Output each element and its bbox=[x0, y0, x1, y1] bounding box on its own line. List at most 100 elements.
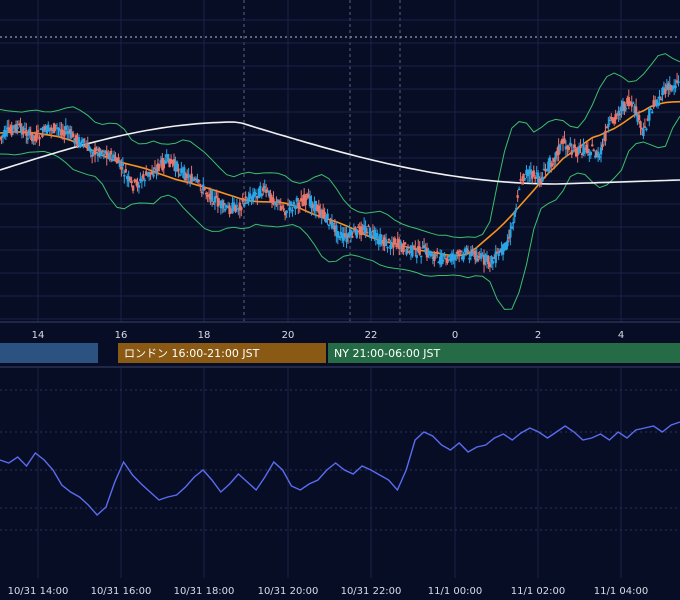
candle-body bbox=[123, 175, 126, 177]
candle-body bbox=[572, 151, 575, 153]
candle-body bbox=[137, 185, 141, 188]
candle-body bbox=[25, 129, 28, 136]
candle-body bbox=[224, 208, 227, 211]
candle-body bbox=[215, 195, 218, 198]
candle-body bbox=[351, 236, 354, 238]
candle-body bbox=[175, 161, 179, 170]
candle-body bbox=[90, 155, 94, 157]
candle-body bbox=[232, 202, 236, 207]
candle-body bbox=[323, 211, 326, 218]
candle-body bbox=[522, 173, 525, 182]
candle-body bbox=[412, 245, 416, 248]
bottom-x-tick-label: 10/31 18:00 bbox=[174, 586, 235, 597]
candle-body bbox=[95, 148, 98, 151]
candle-body bbox=[52, 123, 56, 133]
candle-body bbox=[541, 176, 544, 182]
candle-body bbox=[197, 180, 201, 182]
session-bar: ロンドン 16:00-21:00 JST NY 21:00-06:00 JST bbox=[0, 343, 680, 363]
candle-body bbox=[54, 124, 57, 127]
candle-body bbox=[569, 142, 572, 146]
candle-body bbox=[124, 169, 127, 173]
candle-body bbox=[368, 227, 372, 237]
candle-body bbox=[36, 130, 40, 132]
candle-body bbox=[509, 229, 512, 238]
candle-body bbox=[674, 85, 677, 89]
candle-body bbox=[282, 208, 285, 211]
candle-body bbox=[428, 250, 432, 254]
bottom-x-tick-label: 10/31 22:00 bbox=[341, 586, 402, 597]
candle-body bbox=[71, 133, 75, 138]
candle-body bbox=[523, 178, 527, 180]
candle-body bbox=[23, 128, 27, 130]
main-x-tick-label: 16 bbox=[115, 330, 128, 341]
candle-body bbox=[98, 148, 101, 152]
candle-body bbox=[387, 238, 391, 241]
candle-body bbox=[649, 108, 652, 111]
candle-body bbox=[361, 231, 364, 234]
candle-body bbox=[624, 107, 628, 110]
candle-body bbox=[403, 242, 407, 245]
candle-body bbox=[455, 254, 458, 257]
candle-body bbox=[501, 244, 505, 255]
candle-body bbox=[39, 128, 43, 131]
rsi-panel bbox=[0, 421, 680, 516]
candle-body bbox=[319, 209, 322, 216]
candle-body bbox=[459, 250, 462, 253]
candle-body bbox=[286, 204, 290, 206]
candle-body bbox=[96, 152, 100, 157]
main-x-tick-label: 18 bbox=[198, 330, 211, 341]
candle-body bbox=[658, 96, 661, 99]
candle-body bbox=[589, 151, 592, 156]
candle-body bbox=[488, 263, 492, 268]
candle-body bbox=[259, 185, 262, 196]
candle-body bbox=[254, 192, 258, 195]
candle-body bbox=[128, 177, 132, 181]
candle-body bbox=[57, 128, 60, 130]
candle-body bbox=[243, 203, 246, 207]
candle-body bbox=[273, 202, 277, 204]
candle-body bbox=[370, 235, 373, 238]
candle-body bbox=[349, 230, 353, 236]
candle-body bbox=[235, 205, 239, 207]
candle-body bbox=[204, 192, 208, 195]
candle-body bbox=[285, 210, 288, 214]
candle-body bbox=[582, 143, 585, 154]
candle-body bbox=[513, 211, 516, 217]
candle-body bbox=[210, 190, 214, 202]
candle-body bbox=[422, 245, 426, 248]
candle-body bbox=[591, 144, 594, 147]
candle-body bbox=[19, 123, 22, 128]
candle-body bbox=[297, 202, 300, 207]
candle-body bbox=[245, 202, 249, 204]
candle-body bbox=[491, 260, 495, 264]
candle-body bbox=[516, 195, 519, 198]
candle-body bbox=[102, 153, 106, 156]
candle-body bbox=[599, 147, 603, 155]
candle-body bbox=[395, 245, 398, 247]
candle-body bbox=[294, 205, 297, 209]
candle-body bbox=[120, 166, 123, 170]
candle-body bbox=[114, 156, 117, 161]
candle-body bbox=[118, 160, 122, 167]
candle-body bbox=[89, 149, 92, 153]
candle-body bbox=[551, 163, 554, 165]
candle-body bbox=[414, 247, 417, 250]
candle-body bbox=[393, 238, 397, 244]
candle-body bbox=[447, 255, 451, 258]
chart-canvas[interactable]: ロンドン 16:00-21:00 JST NY 21:00-06:00 JST 1… bbox=[0, 0, 680, 600]
candle-body bbox=[419, 255, 423, 258]
candle-body bbox=[298, 206, 301, 208]
session-label: ロンドン 16:00-21:00 JST bbox=[124, 347, 260, 360]
candle-body bbox=[99, 151, 103, 156]
candle-body bbox=[487, 256, 490, 265]
candle-body bbox=[389, 245, 392, 250]
candle-body bbox=[338, 236, 341, 239]
candle-body bbox=[263, 185, 266, 189]
candle-body bbox=[365, 231, 369, 234]
candle-body bbox=[607, 123, 610, 128]
candle-body bbox=[184, 178, 187, 181]
candle-body bbox=[143, 179, 146, 182]
candle-body bbox=[152, 174, 155, 177]
bottom-x-tick-label: 10/31 16:00 bbox=[91, 586, 152, 597]
candle-body bbox=[260, 193, 263, 197]
